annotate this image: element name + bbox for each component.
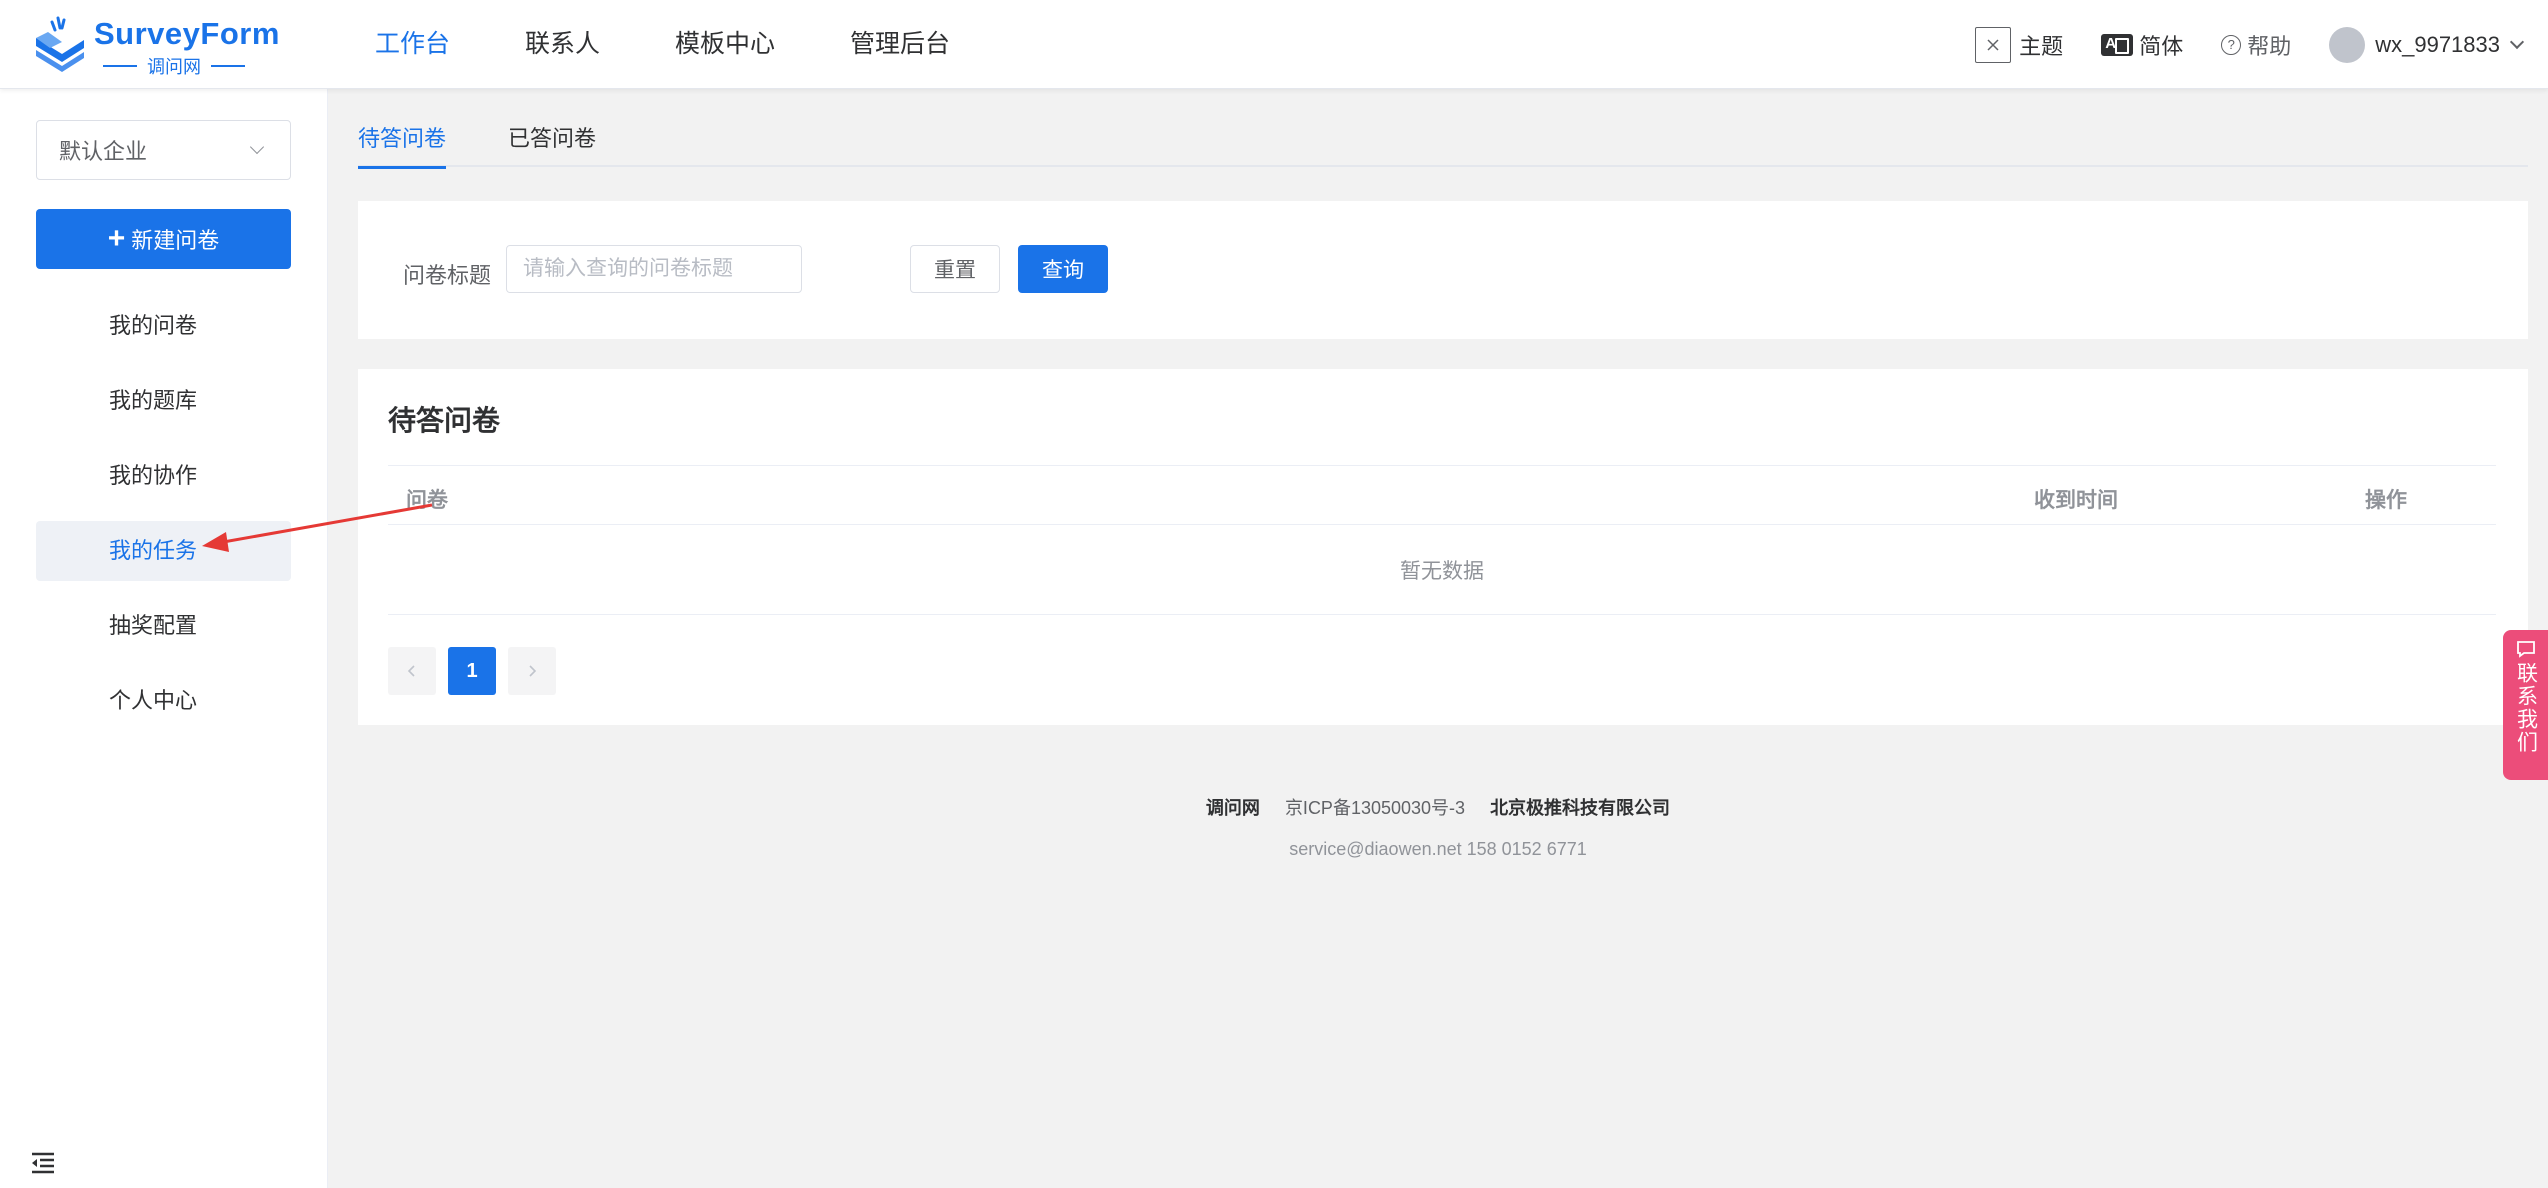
list-title: 待答问卷 [388, 405, 501, 436]
header-tools: 主题 简体 ? 帮助 wx_9971833 [1937, 0, 2525, 89]
translate-icon [2101, 33, 2134, 56]
next-page-button[interactable] [508, 647, 556, 695]
brand-sub-label: 调问网 [147, 57, 201, 77]
divider [211, 65, 245, 67]
user-menu[interactable]: wx_9971833 [2329, 26, 2525, 63]
footer-icp[interactable]: 京ICP备13050030号-3 [1285, 798, 1465, 818]
sidebar-item-collaboration[interactable]: 我的协作 [36, 446, 291, 506]
nav-item-templates[interactable]: 模板中心 [675, 0, 775, 89]
pagination: 1 [388, 647, 556, 695]
logo-icon [36, 16, 84, 72]
column-received-time: 收到时间 [2034, 489, 2118, 512]
nav-item-admin[interactable]: 管理后台 [850, 0, 950, 89]
footer-info: 调问网 京ICP备13050030号-3 北京极推科技有限公司 [328, 794, 2548, 820]
nav-item-workbench[interactable]: 工作台 [375, 0, 450, 89]
footer-contact: service@diaowen.net 158 0152 6771 [1289, 839, 1587, 859]
filter-title-label: 问卷标题 [403, 263, 492, 288]
sidebar-item-lottery[interactable]: 抽奖配置 [36, 596, 291, 656]
new-survey-label: 新建问卷 [131, 228, 220, 253]
survey-title-input[interactable] [506, 245, 802, 293]
theme-label: 主题 [2019, 33, 2064, 59]
tab-answered[interactable]: 已答问卷 [508, 117, 596, 167]
page-number-button[interactable]: 1 [448, 647, 496, 695]
new-survey-button[interactable]: + 新建问卷 [36, 209, 291, 269]
reset-button[interactable]: 重置 [910, 245, 1000, 293]
prev-page-button[interactable] [388, 647, 436, 695]
company-select[interactable]: 默认企业 [36, 120, 291, 180]
contact-us-label: 联系我们 [2514, 662, 2538, 754]
language-button[interactable]: 简体 [2101, 29, 2183, 61]
nav-item-contacts[interactable]: 联系人 [525, 0, 600, 89]
main-content: 待答问卷 已答问卷 问卷标题 重置 查询 待答问卷 问卷 收到时间 操作 暂无数… [328, 89, 2548, 1188]
top-bar: SurveyForm 调问网 工作台 联系人 模板中心 管理后台 主题 简体 ?… [0, 0, 2548, 89]
help-button[interactable]: ? 帮助 [2221, 29, 2291, 61]
tab-pending[interactable]: 待答问卷 [358, 117, 447, 169]
footer-company: 北京极推科技有限公司 [1490, 798, 1671, 818]
help-label: 帮助 [2247, 33, 2292, 59]
company-select-value: 默认企业 [59, 139, 148, 164]
pending-list-panel: 待答问卷 问卷 收到时间 操作 暂无数据 1 [358, 369, 2528, 725]
avatar [2329, 26, 2366, 63]
divider [103, 65, 137, 67]
chevron-down-icon [249, 139, 265, 155]
sidebar-item-my-surveys[interactable]: 我的问卷 [36, 296, 291, 356]
theme-button[interactable]: 主题 [1975, 26, 2064, 63]
table-header: 问卷 收到时间 操作 [388, 465, 2496, 525]
filter-panel: 问卷标题 重置 查询 [358, 201, 2528, 339]
column-actions: 操作 [2365, 489, 2407, 512]
sidebar-item-profile[interactable]: 个人中心 [36, 671, 291, 731]
language-label: 简体 [2139, 33, 2184, 59]
survey-tabs: 待答问卷 已答问卷 [358, 117, 2528, 169]
sidebar-menu: 我的问卷 我的题库 我的协作 我的任务 抽奖配置 个人中心 [36, 296, 291, 746]
collapse-sidebar-icon[interactable] [30, 1152, 56, 1174]
close-square-icon [1975, 26, 2012, 63]
sidebar: 默认企业 + 新建问卷 我的问卷 我的题库 我的协作 我的任务 抽奖配置 个人中… [0, 89, 328, 1188]
question-circle-icon: ? [2221, 34, 2242, 55]
main-nav: 工作台 联系人 模板中心 管理后台 [375, 0, 1025, 89]
brand-subtitle: 调问网 [94, 54, 254, 78]
plus-icon: + [107, 222, 126, 255]
chevron-left-icon [407, 665, 415, 677]
column-survey: 问卷 [406, 489, 448, 512]
empty-placeholder: 暂无数据 [388, 525, 2496, 615]
chevron-down-icon [2509, 34, 2525, 49]
brand-name: SurveyForm [94, 16, 280, 51]
message-icon [2516, 641, 2535, 658]
query-button[interactable]: 查询 [1018, 245, 1108, 293]
sidebar-item-question-bank[interactable]: 我的题库 [36, 371, 291, 431]
sidebar-item-my-tasks[interactable]: 我的任务 [36, 521, 291, 581]
brand-logo[interactable]: SurveyForm 调问网 [32, 14, 279, 78]
contact-us-button[interactable]: 联系我们 [2503, 630, 2548, 780]
chevron-right-icon [529, 665, 537, 677]
survey-table: 问卷 收到时间 操作 暂无数据 [388, 465, 2496, 615]
user-name: wx_9971833 [2375, 31, 2500, 57]
footer-site: 调问网 [1205, 798, 1260, 818]
